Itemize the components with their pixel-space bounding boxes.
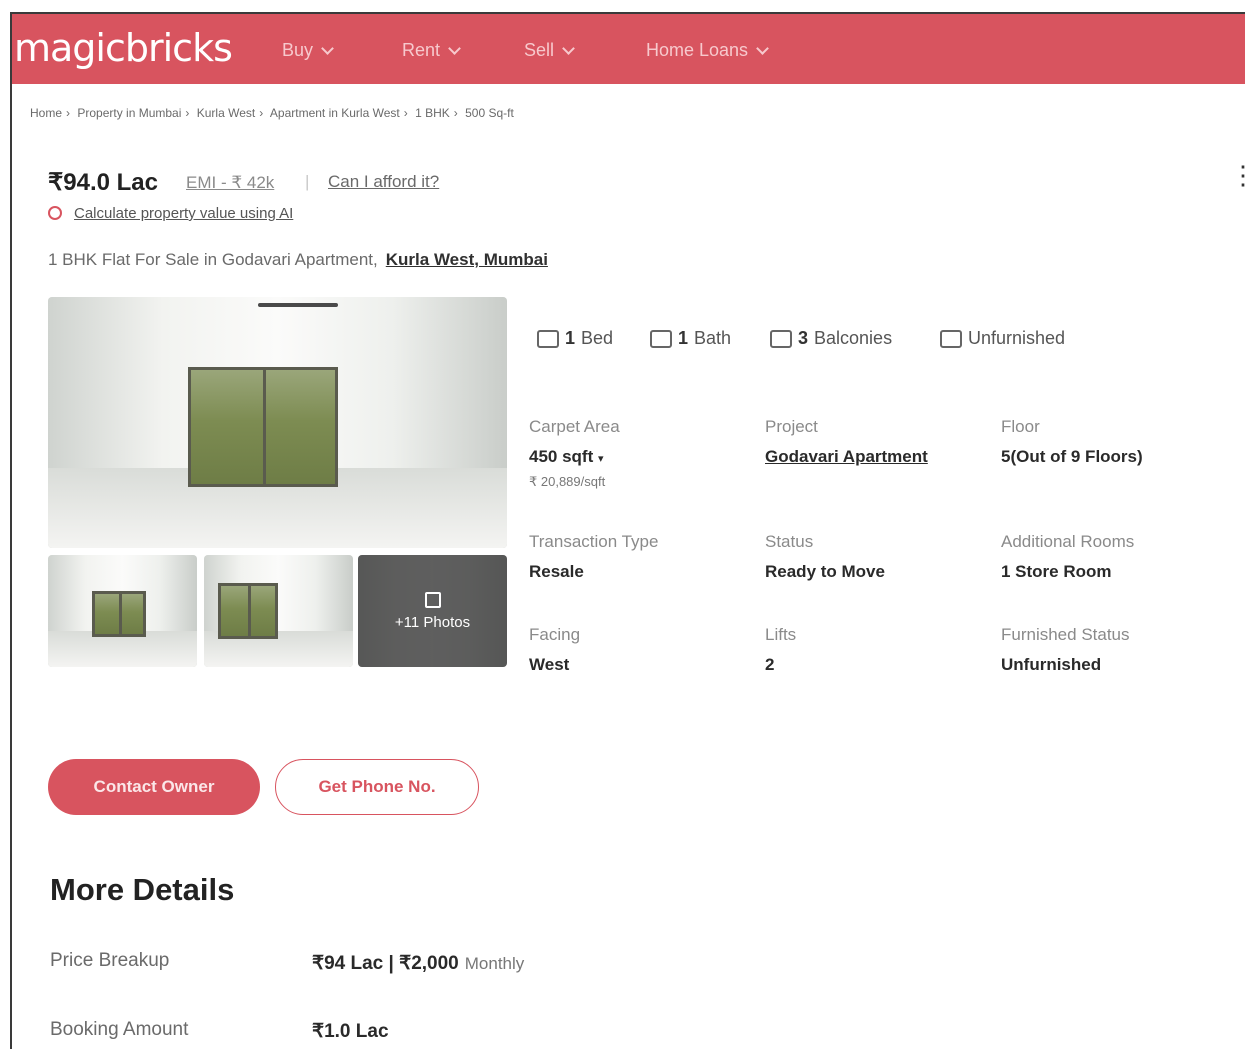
more-options-icon[interactable]: ⋮: [1230, 162, 1245, 188]
chevron-down-icon: [448, 41, 461, 55]
amenity-bath: 1 Bath: [650, 328, 731, 349]
booking-amount-value: ₹1.0 Lac: [312, 1021, 389, 1042]
divider: |: [305, 172, 310, 191]
carpet-area-rate: ₹ 20,889/sqft: [529, 474, 606, 489]
listing-title: 1 BHK Flat For Sale in Godavari Apartmen…: [48, 250, 548, 270]
transaction-type-value: Resale: [529, 562, 584, 581]
price-breakup-text: ₹94 Lac | ₹2,000: [312, 953, 459, 974]
price-breakup-label: Price Breakup: [50, 950, 170, 971]
balcony-icon: [770, 329, 792, 348]
more-photos-label: +11 Photos: [394, 613, 471, 631]
ceiling-fan: [258, 303, 338, 307]
booking-amount-label: Booking Amount: [50, 1019, 189, 1040]
breadcrumb-size: 500 Sq-ft: [465, 106, 514, 120]
chevron-down-icon: [562, 41, 575, 55]
carpet-area-label: Carpet Area: [529, 417, 620, 436]
nav-rent-label: Rent: [402, 40, 441, 60]
amenity-furnishing: Unfurnished: [940, 328, 1065, 349]
carpet-area-text: 450 sqft: [529, 447, 594, 466]
furniture-icon: [940, 329, 962, 348]
frame-left-border: [10, 12, 12, 1049]
image-icon: [424, 591, 441, 608]
nav-sell[interactable]: Sell: [524, 40, 575, 61]
nav-buy-label: Buy: [282, 40, 314, 60]
breadcrumb-kurla-west[interactable]: Kurla West: [197, 106, 255, 120]
breadcrumb-apartment[interactable]: Apartment in Kurla West: [270, 106, 400, 120]
balconies-count: 3: [798, 328, 809, 348]
additional-rooms-value: 1 Store Room: [1001, 562, 1112, 581]
contact-owner-button[interactable]: Contact Owner: [48, 759, 260, 815]
main-photo[interactable]: [48, 297, 507, 548]
price-breakup-value: ₹94 Lac | ₹2,000 Monthly: [312, 952, 524, 975]
furnishing-label: Unfurnished: [968, 328, 1066, 348]
thumbnail-photo-1[interactable]: [48, 555, 197, 667]
amenity-bed: 1 Bed: [537, 328, 613, 349]
breadcrumb-mumbai[interactable]: Property in Mumbai: [77, 106, 181, 120]
bath-label: Bath: [694, 328, 732, 348]
emi-link[interactable]: EMI - ₹ 42k: [186, 173, 274, 193]
more-photos-thumbnail[interactable]: +11 Photos: [358, 555, 507, 667]
floor-label: Floor: [1001, 417, 1040, 436]
window: [218, 583, 278, 639]
listing-price: ₹94.0 Lac: [48, 169, 159, 196]
project-label: Project: [765, 417, 818, 436]
window: [92, 591, 146, 637]
bed-label: Bed: [581, 328, 614, 348]
breadcrumb-home[interactable]: Home: [30, 106, 62, 120]
more-photos-overlay: +11 Photos: [358, 555, 507, 667]
calculator-icon: [48, 206, 62, 220]
amenity-balconies: 3 Balconies: [770, 328, 892, 349]
location-link[interactable]: Kurla West, Mumbai: [386, 250, 548, 269]
thumbnail-photo-2[interactable]: [204, 555, 353, 667]
facing-label: Facing: [529, 625, 581, 644]
breadcrumb: Home › Property in Mumbai › Kurla West › Ap…: [30, 106, 514, 120]
nav-rent[interactable]: Rent: [402, 40, 461, 61]
furnished-status-value: Unfurnished: [1001, 655, 1102, 674]
lifts-label: Lifts: [765, 625, 797, 644]
get-phone-button[interactable]: Get Phone No.: [275, 759, 479, 815]
bed-count: 1: [565, 328, 576, 348]
transaction-type-label: Transaction Type: [529, 532, 659, 551]
bath-icon: [650, 329, 672, 348]
listing-title-text: 1 BHK Flat For Sale in Godavari Apartmen…: [48, 250, 378, 269]
additional-rooms-label: Additional Rooms: [1001, 532, 1135, 551]
chevron-down-icon: ▾: [597, 453, 604, 465]
facing-value: West: [529, 655, 570, 674]
carpet-area-value[interactable]: 450 sqft ▾: [529, 447, 604, 467]
logo[interactable]: magicbricks: [14, 26, 233, 70]
window: [188, 367, 338, 487]
price-breakup-suffix: Monthly: [464, 954, 525, 973]
status-label: Status: [765, 532, 814, 551]
afford-link[interactable]: Can I afford it?: [328, 172, 439, 192]
chevron-down-icon: [756, 41, 769, 55]
status-value: Ready to Move: [765, 562, 885, 581]
bath-count: 1: [678, 328, 689, 348]
bed-icon: [537, 329, 559, 348]
lifts-value: 2: [765, 655, 775, 674]
nav-home-loans[interactable]: Home Loans: [646, 40, 769, 61]
breadcrumb-bhk[interactable]: 1 BHK: [415, 106, 450, 120]
floor-value: 5(Out of 9 Floors): [1001, 447, 1143, 466]
balconies-label: Balconies: [814, 328, 893, 348]
nav-sell-label: Sell: [524, 40, 555, 60]
calculate-value-link[interactable]: Calculate property value using AI: [74, 205, 293, 222]
furnished-status-label: Furnished Status: [1001, 625, 1130, 644]
nav-buy[interactable]: Buy: [282, 40, 334, 61]
more-details-heading: More Details: [50, 872, 235, 907]
chevron-down-icon: [321, 41, 334, 55]
nav-home-loans-label: Home Loans: [646, 40, 749, 60]
project-link[interactable]: Godavari Apartment: [765, 447, 928, 467]
